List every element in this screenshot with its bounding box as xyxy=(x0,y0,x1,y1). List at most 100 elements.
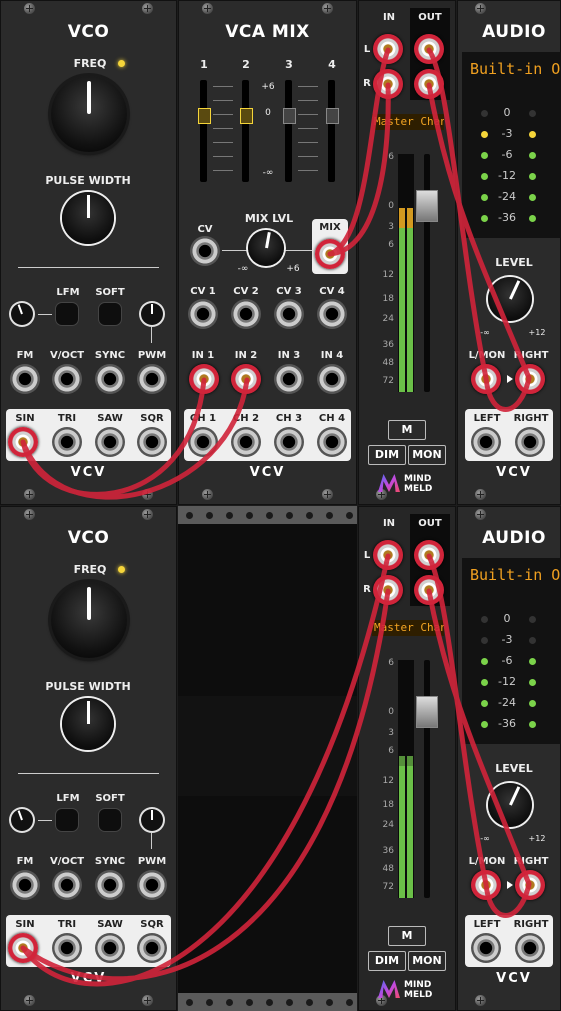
channel-fader-4[interactable] xyxy=(328,80,335,182)
in-right-jack[interactable] xyxy=(515,427,545,457)
out-right-jack[interactable] xyxy=(515,364,545,394)
in1-input-jack[interactable] xyxy=(189,364,219,394)
ch3-output-jack[interactable] xyxy=(274,427,304,457)
in-left-jack[interactable] xyxy=(373,540,403,570)
level-knob[interactable] xyxy=(488,783,532,827)
scale-label: 0 xyxy=(265,108,271,118)
in1-label: IN 1 xyxy=(191,350,215,361)
mix-cv-input-jack[interactable] xyxy=(190,236,220,266)
out-lmon-jack[interactable] xyxy=(471,364,501,394)
ch1-output-jack[interactable] xyxy=(188,427,218,457)
fm-attenuator-knob[interactable] xyxy=(11,809,33,831)
sin-output-jack[interactable] xyxy=(8,933,38,963)
mute-button[interactable]: M xyxy=(388,926,426,946)
pwm-attenuator-knob[interactable] xyxy=(141,809,163,831)
fader-handle[interactable] xyxy=(240,108,253,124)
sync-input-jack[interactable] xyxy=(95,870,125,900)
soft-button[interactable] xyxy=(99,303,121,325)
level-led xyxy=(529,616,536,623)
in-right-jack[interactable] xyxy=(515,933,545,963)
out-right-jack[interactable] xyxy=(414,69,444,99)
pwm-input-jack[interactable] xyxy=(137,870,167,900)
fm-input-jack[interactable] xyxy=(10,364,40,394)
fader-handle[interactable] xyxy=(283,108,296,124)
saw-output-jack[interactable] xyxy=(95,427,125,457)
rail-hole xyxy=(286,512,293,519)
mix-level-knob[interactable] xyxy=(248,230,284,266)
ch4-label: CH 4 xyxy=(318,413,346,424)
in-left-jack[interactable] xyxy=(471,427,501,457)
dim-button[interactable]: DIM xyxy=(368,445,406,465)
in2-input-jack[interactable] xyxy=(231,364,261,394)
ch2-label: CH 2 xyxy=(232,413,260,424)
out-right-jack[interactable] xyxy=(414,575,444,605)
cv-label: CV xyxy=(197,224,213,235)
level-knob[interactable] xyxy=(488,277,532,321)
mute-button[interactable]: M xyxy=(388,420,426,440)
meter-fill-right xyxy=(407,208,413,392)
sin-output-jack[interactable] xyxy=(8,427,38,457)
out-lmon-jack[interactable] xyxy=(471,870,501,900)
level-led xyxy=(481,110,488,117)
fm-input-jack[interactable] xyxy=(10,870,40,900)
level-led xyxy=(481,131,488,138)
in-left-jack[interactable] xyxy=(373,34,403,64)
pulse-width-knob[interactable] xyxy=(62,698,114,750)
fader-handle[interactable] xyxy=(326,108,339,124)
dim-button[interactable]: DIM xyxy=(368,951,406,971)
out-left-jack[interactable] xyxy=(414,540,444,570)
lfm-button[interactable] xyxy=(56,809,78,831)
soft-button[interactable] xyxy=(99,809,121,831)
lfm-button[interactable] xyxy=(56,303,78,325)
meter-fill-right xyxy=(407,756,413,898)
level-led xyxy=(529,152,536,159)
channel-name-display[interactable]: Master Channel xyxy=(372,114,444,130)
sqr-output-jack[interactable] xyxy=(137,933,167,963)
in2-label: IN 2 xyxy=(234,350,258,361)
sync-input-jack[interactable] xyxy=(95,364,125,394)
channel-fader-2[interactable] xyxy=(242,80,249,182)
pulse-width-knob[interactable] xyxy=(62,192,114,244)
out-label: OUT xyxy=(418,12,442,23)
cv3-input-jack[interactable] xyxy=(274,299,304,329)
ch2-output-jack[interactable] xyxy=(231,427,261,457)
left-label: LEFT xyxy=(473,919,501,930)
freq-knob[interactable] xyxy=(51,582,127,658)
in-right-jack[interactable] xyxy=(373,575,403,605)
channel-fader-3[interactable] xyxy=(285,80,292,182)
cv2-input-jack[interactable] xyxy=(231,299,261,329)
master-channel-module: IN OUT L R Master Channel 6 0 3 6 12 18 … xyxy=(358,506,456,1011)
master-fader-handle[interactable] xyxy=(416,190,438,222)
meter-scale: 72 xyxy=(382,376,394,386)
brand-logo: VCV xyxy=(70,465,107,480)
channel-fader-1[interactable] xyxy=(200,80,207,182)
empty-rack-space[interactable] xyxy=(178,506,357,1011)
out-right-jack[interactable] xyxy=(515,870,545,900)
freq-knob[interactable] xyxy=(51,76,127,152)
pwm-attenuator-knob[interactable] xyxy=(141,303,163,325)
fader-handle[interactable] xyxy=(198,108,211,124)
tri-output-jack[interactable] xyxy=(52,427,82,457)
saw-output-jack[interactable] xyxy=(95,933,125,963)
in3-input-jack[interactable] xyxy=(274,364,304,394)
pwm-input-jack[interactable] xyxy=(137,364,167,394)
fm-attenuator-knob[interactable] xyxy=(11,303,33,325)
scale-tick xyxy=(213,86,233,87)
in-left-jack[interactable] xyxy=(471,933,501,963)
cv1-input-jack[interactable] xyxy=(188,299,218,329)
arrow-right-icon xyxy=(507,375,513,383)
cv4-input-jack[interactable] xyxy=(317,299,347,329)
channel-name-display[interactable]: Master Channel xyxy=(372,620,444,636)
voct-input-jack[interactable] xyxy=(52,870,82,900)
sqr-output-jack[interactable] xyxy=(137,427,167,457)
voct-input-jack[interactable] xyxy=(52,364,82,394)
ch4-output-jack[interactable] xyxy=(317,427,347,457)
master-fader-handle[interactable] xyxy=(416,696,438,728)
mon-button[interactable]: MON xyxy=(408,951,446,971)
out-left-jack[interactable] xyxy=(414,34,444,64)
in-right-jack[interactable] xyxy=(373,69,403,99)
in4-input-jack[interactable] xyxy=(317,364,347,394)
mix-output-jack[interactable] xyxy=(315,239,345,269)
tri-output-jack[interactable] xyxy=(52,933,82,963)
mon-button[interactable]: MON xyxy=(408,445,446,465)
